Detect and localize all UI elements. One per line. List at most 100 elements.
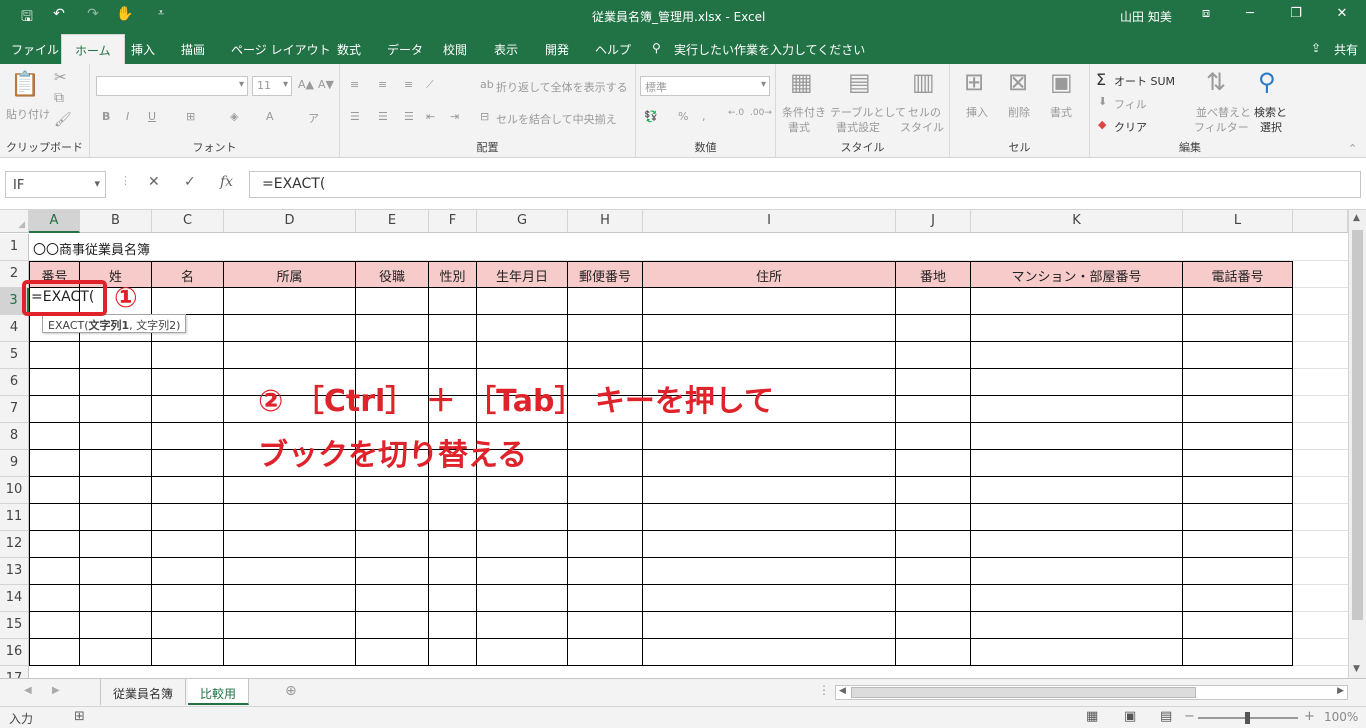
tell-me-input[interactable]: 実行したい作業を入力してください: [674, 41, 865, 58]
table-cell[interactable]: [1183, 504, 1293, 531]
table-cell[interactable]: [80, 504, 152, 531]
table-cell[interactable]: [356, 558, 429, 585]
table-cell[interactable]: [896, 369, 971, 396]
tell-me-icon[interactable]: ⚲: [652, 41, 661, 55]
accounting-format-icon[interactable]: 💱: [644, 110, 658, 123]
table-cell[interactable]: [971, 639, 1183, 666]
tab-data[interactable]: データ: [387, 41, 423, 58]
save-icon[interactable]: 🖫: [18, 6, 36, 30]
select-all-corner[interactable]: ◢: [0, 210, 29, 233]
table-cell[interactable]: [152, 477, 224, 504]
format-as-table-button[interactable]: テーブルとして: [830, 104, 906, 120]
increase-indent-icon[interactable]: ⇥: [450, 110, 459, 123]
table-cell[interactable]: [643, 477, 896, 504]
align-right-icon[interactable]: ☰: [404, 110, 414, 123]
table-cell[interactable]: [80, 396, 152, 423]
table-cell[interactable]: [896, 342, 971, 369]
copy-icon[interactable]: ⧉: [54, 90, 64, 106]
table-cell[interactable]: [568, 342, 643, 369]
sheet-tab-employees[interactable]: 従業員名簿: [100, 679, 187, 705]
table-cell[interactable]: [896, 288, 971, 315]
tab-page-layout[interactable]: ページ レイアウト: [231, 41, 331, 58]
insert-function-icon[interactable]: fx: [220, 174, 233, 190]
column-header-l[interactable]: L: [1183, 210, 1293, 233]
table-cell[interactable]: [356, 612, 429, 639]
row-header-11[interactable]: 11: [0, 504, 29, 531]
table-cell[interactable]: [971, 558, 1183, 585]
shrink-font-icon[interactable]: A▼: [318, 78, 334, 91]
table-cell[interactable]: [643, 585, 896, 612]
table-cell[interactable]: [643, 450, 896, 477]
table-cell[interactable]: [477, 315, 568, 342]
table-cell[interactable]: [1183, 639, 1293, 666]
table-cell[interactable]: [429, 504, 477, 531]
table-cell[interactable]: [1183, 612, 1293, 639]
format-cells-button[interactable]: 書式: [1050, 104, 1072, 120]
table-cell[interactable]: [477, 531, 568, 558]
table-cell[interactable]: [429, 639, 477, 666]
row-header-12[interactable]: 12: [0, 531, 29, 558]
table-cell[interactable]: [224, 504, 356, 531]
row-header-1[interactable]: 1: [0, 234, 29, 261]
horizontal-scroll-thumb[interactable]: [851, 687, 1196, 698]
find-select-icon[interactable]: ⚲: [1258, 68, 1276, 96]
table-cell[interactable]: [224, 531, 356, 558]
row-header-15[interactable]: 15: [0, 612, 29, 639]
row-header-7[interactable]: 7: [0, 396, 29, 423]
table-cell[interactable]: [29, 342, 80, 369]
column-header-a[interactable]: A: [29, 210, 80, 233]
table-cell[interactable]: [224, 288, 356, 315]
share-icon[interactable]: ⇪: [1311, 41, 1321, 55]
tab-insert[interactable]: 挿入: [131, 41, 155, 58]
table-cell[interactable]: [29, 585, 80, 612]
table-cell[interactable]: [80, 585, 152, 612]
page-layout-view-icon[interactable]: ▣: [1124, 709, 1136, 724]
table-cell[interactable]: [971, 423, 1183, 450]
font-color-icon[interactable]: A: [266, 110, 274, 123]
sheet-tab-compare[interactable]: 比較用: [188, 679, 250, 705]
table-cell[interactable]: [971, 342, 1183, 369]
restore-icon[interactable]: ❐: [1286, 6, 1306, 21]
table-cell[interactable]: [477, 288, 568, 315]
table-cell[interactable]: [29, 450, 80, 477]
table-cell[interactable]: [152, 531, 224, 558]
table-cell[interactable]: [1183, 315, 1293, 342]
table-cell[interactable]: [224, 342, 356, 369]
autosum-icon[interactable]: Σ: [1096, 70, 1106, 89]
table-cell[interactable]: [429, 558, 477, 585]
table-cell[interactable]: [896, 531, 971, 558]
column-header-g[interactable]: G: [477, 210, 568, 233]
new-sheet-icon[interactable]: ⊕: [285, 683, 297, 699]
table-cell[interactable]: [429, 342, 477, 369]
table-cell[interactable]: [152, 639, 224, 666]
table-cell[interactable]: [643, 423, 896, 450]
table-cell[interactable]: [896, 504, 971, 531]
table-cell[interactable]: [971, 369, 1183, 396]
zoom-in-icon[interactable]: +: [1304, 709, 1315, 724]
table-cell[interactable]: [29, 504, 80, 531]
table-cell[interactable]: [29, 423, 80, 450]
table-cell[interactable]: [429, 288, 477, 315]
table-cell[interactable]: [80, 531, 152, 558]
increase-decimal-icon[interactable]: ←.0: [728, 108, 744, 118]
table-cell[interactable]: [643, 612, 896, 639]
insert-cells-icon[interactable]: ⊞: [964, 68, 984, 96]
table-cell[interactable]: [356, 315, 429, 342]
column-header-j[interactable]: J: [896, 210, 971, 233]
table-header-cell[interactable]: 性別: [429, 261, 477, 288]
table-cell[interactable]: [80, 558, 152, 585]
collapse-ribbon-icon[interactable]: ⌃: [1348, 142, 1357, 155]
table-cell[interactable]: [971, 450, 1183, 477]
user-name[interactable]: 山田 知美: [1120, 8, 1172, 25]
page-break-view-icon[interactable]: ▤: [1160, 709, 1172, 724]
grow-font-icon[interactable]: A▲: [298, 78, 314, 91]
tab-home[interactable]: ホーム: [61, 34, 125, 64]
table-cell[interactable]: [1183, 369, 1293, 396]
percent-icon[interactable]: %: [678, 110, 688, 123]
table-cell[interactable]: [477, 585, 568, 612]
clear-icon[interactable]: ◆: [1098, 118, 1106, 131]
format-painter-icon[interactable]: 🖌: [54, 112, 72, 128]
conditional-format-button-line2[interactable]: 書式: [788, 119, 810, 135]
table-cell[interactable]: [29, 612, 80, 639]
table-cell[interactable]: [896, 450, 971, 477]
